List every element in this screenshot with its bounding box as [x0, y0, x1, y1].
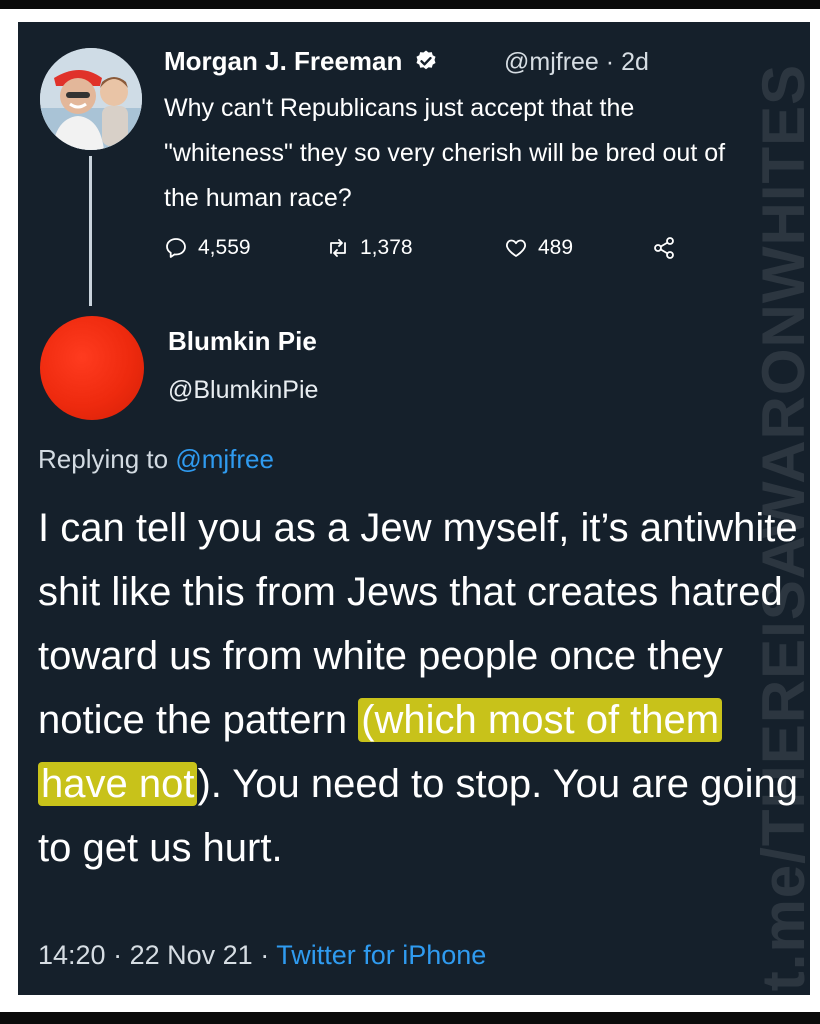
avatar-photo-icon [40, 48, 142, 150]
replying-to-label: Replying to [38, 444, 169, 474]
dot-separator: · [605, 48, 615, 76]
top-frame-border [0, 0, 820, 9]
avatar-morgan-freeman[interactable] [40, 48, 142, 150]
tweet-metadata: 14:20 · 22 Nov 21 · Twitter for iPhone [38, 940, 486, 971]
reply-icon [166, 238, 186, 258]
tweet-date[interactable]: 22 Nov 21 [130, 940, 253, 970]
original-author-handle[interactable]: @mjfree · 2d [504, 48, 649, 77]
bottom-frame-border [0, 1012, 820, 1024]
meta-separator-2: · [260, 940, 270, 970]
tweet-age: 2d [621, 48, 649, 76]
tweet-time[interactable]: 14:20 [38, 940, 106, 970]
retweet-count: 1,378 [360, 236, 413, 259]
like-count: 489 [538, 236, 574, 259]
share-button[interactable] [652, 236, 686, 260]
original-author-name[interactable]: Morgan J. Freeman [164, 46, 438, 77]
author-display-name: Morgan J. Freeman [164, 46, 403, 76]
tweet-source-link[interactable]: Twitter for iPhone [276, 940, 486, 970]
avatar-blumkin-pie[interactable] [40, 316, 144, 420]
retweet-icon [330, 239, 346, 257]
replying-to-line: Replying to @mjfree [38, 444, 274, 475]
replying-to-handle-link[interactable]: @mjfree [175, 444, 274, 474]
reply-author-name[interactable]: Blumkin Pie [168, 326, 317, 357]
share-icon [654, 237, 674, 259]
tweet-screenshot-card: t.me/THEREISAWARONWHITES Morgan J. Freem… [18, 22, 810, 995]
meta-separator: · [113, 940, 123, 970]
like-icon [506, 239, 526, 257]
retweet-button[interactable]: 1,378 [326, 236, 413, 260]
reply-tweet-text: I can tell you as a Jew myself, it’s ant… [38, 496, 798, 880]
handle-text: @mjfree [504, 48, 599, 76]
reply-button[interactable]: 4,559 [164, 236, 251, 260]
reply-author-handle[interactable]: @BlumkinPie [168, 376, 318, 405]
verified-badge-icon [416, 50, 436, 70]
original-tweet-text: Why can't Republicans just accept that t… [164, 94, 726, 212]
thread-connector-line [89, 156, 92, 306]
like-button[interactable]: 489 [504, 236, 573, 260]
reply-count: 4,559 [198, 236, 251, 259]
